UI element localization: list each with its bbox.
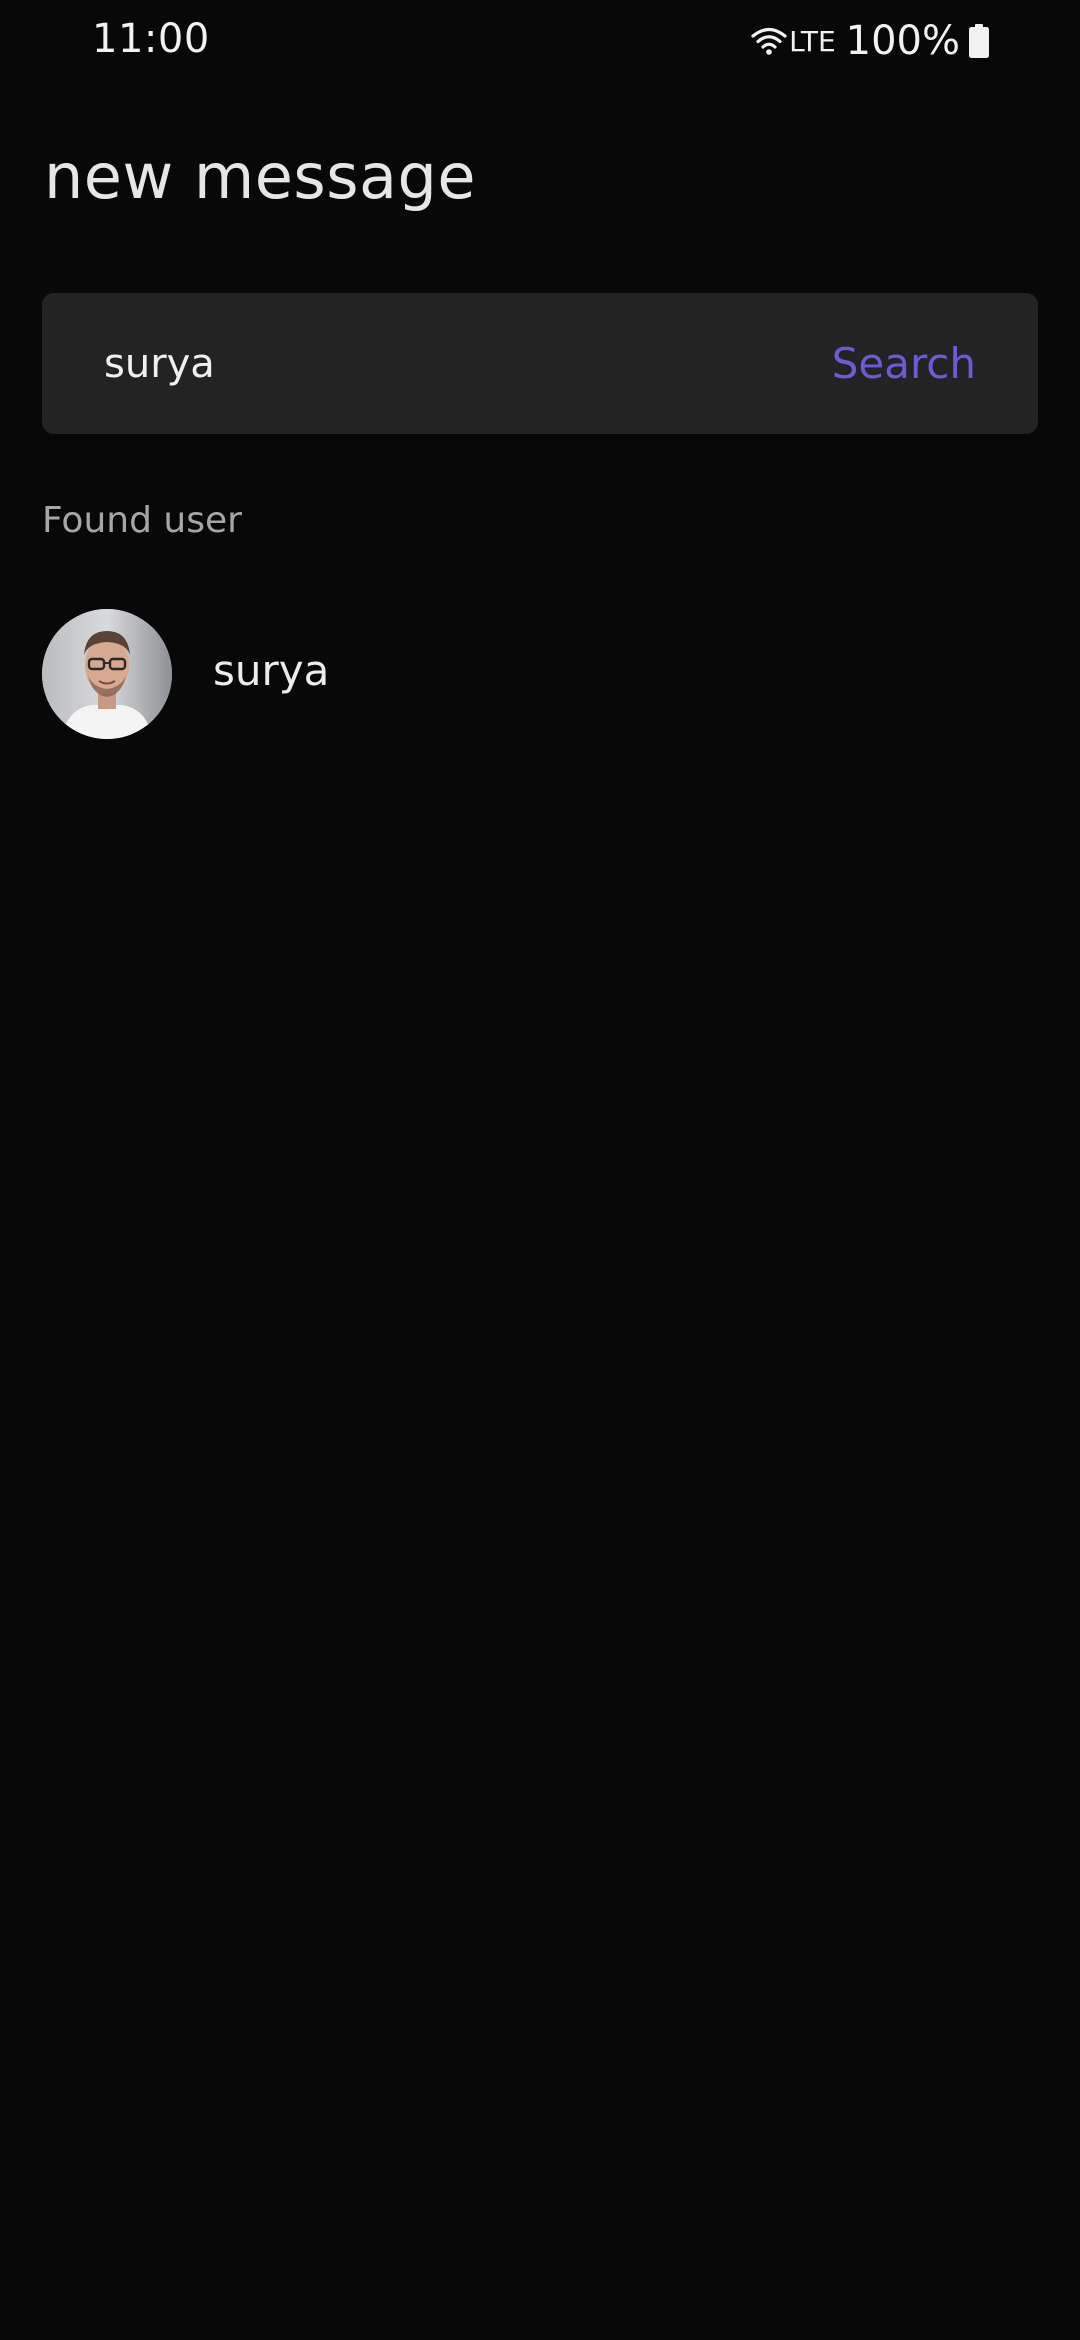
page-title: new message <box>44 140 476 213</box>
battery-percentage: 100% <box>845 18 960 64</box>
battery-icon <box>969 24 989 58</box>
search-input[interactable] <box>104 293 804 434</box>
search-bar: Search <box>42 293 1038 434</box>
status-indicators: LTE 100% <box>751 16 990 66</box>
wifi-icon <box>751 27 787 55</box>
status-time: 11:00 <box>92 16 210 62</box>
user-avatar-icon <box>42 609 172 739</box>
network-type: LTE <box>789 24 836 58</box>
user-name: surya <box>213 646 330 695</box>
user-result-item[interactable]: surya <box>0 596 1080 752</box>
avatar <box>42 609 172 739</box>
status-bar: 11:00 LTE 100% <box>0 0 1080 84</box>
found-user-label: Found user <box>42 500 242 541</box>
search-button[interactable]: Search <box>832 293 976 434</box>
